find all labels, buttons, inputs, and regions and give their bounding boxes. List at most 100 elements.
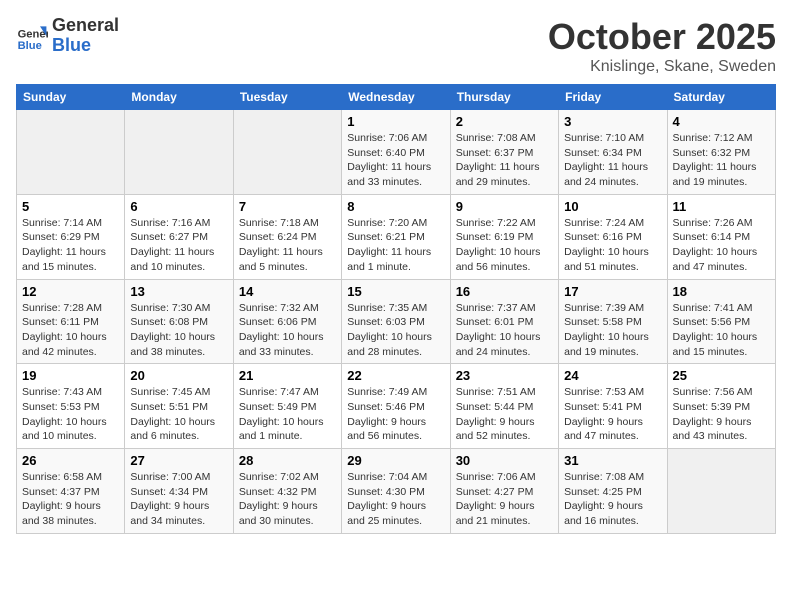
day-info: Sunrise: 7:47 AM Sunset: 5:49 PM Dayligh…	[239, 385, 336, 444]
calendar-cell: 5Sunrise: 7:14 AM Sunset: 6:29 PM Daylig…	[17, 194, 125, 279]
day-number: 9	[456, 199, 553, 214]
calendar-cell: 27 Sunrise: 7:00 AM Sunset: 4:34 PM Dayli…	[125, 449, 233, 534]
day-info: Sunrise: 7:02 AM Sunset: 4:32 PM Dayligh…	[239, 470, 336, 529]
logo-line2: Blue	[52, 36, 119, 56]
day-info: Sunrise: 7:49 AM Sunset: 5:46 PM Dayligh…	[347, 385, 444, 444]
weekday-header-saturday: Saturday	[667, 85, 775, 110]
calendar-cell: 23 Sunrise: 7:51 AM Sunset: 5:44 PM Dayli…	[450, 364, 558, 449]
day-info: Sunrise: 7:18 AM Sunset: 6:24 PM Dayligh…	[239, 216, 336, 275]
day-number: 27	[130, 453, 227, 468]
day-number: 21	[239, 368, 336, 383]
svg-text:Blue: Blue	[18, 40, 42, 52]
day-number: 13	[130, 284, 227, 299]
day-number: 29	[347, 453, 444, 468]
header: General Blue General Blue October 2025 K…	[16, 16, 776, 76]
day-number: 20	[130, 368, 227, 383]
day-info: Sunrise: 7:24 AM Sunset: 6:16 PM Dayligh…	[564, 216, 661, 275]
calendar-cell	[125, 110, 233, 195]
day-info: Sunrise: 6:58 AM Sunset: 4:37 PM Dayligh…	[22, 470, 119, 529]
day-number: 16	[456, 284, 553, 299]
location: Knislinge, Skane, Sweden	[548, 58, 776, 76]
calendar-cell	[667, 449, 775, 534]
calendar-cell: 12Sunrise: 7:28 AM Sunset: 6:11 PM Dayli…	[17, 279, 125, 364]
calendar-cell: 17 Sunrise: 7:39 AM Sunset: 5:58 PM Dayli…	[559, 279, 667, 364]
calendar-cell: 15 Sunrise: 7:35 AM Sunset: 6:03 PM Dayli…	[342, 279, 450, 364]
day-info: Sunrise: 7:12 AM Sunset: 6:32 PM Dayligh…	[673, 131, 770, 190]
day-number: 15	[347, 284, 444, 299]
calendar-week-3: 12Sunrise: 7:28 AM Sunset: 6:11 PM Dayli…	[17, 279, 776, 364]
day-info: Sunrise: 7:45 AM Sunset: 5:51 PM Dayligh…	[130, 385, 227, 444]
calendar-cell: 31 Sunrise: 7:08 AM Sunset: 4:25 PM Dayli…	[559, 449, 667, 534]
calendar-cell: 2 Sunrise: 7:08 AM Sunset: 6:37 PM Daylig…	[450, 110, 558, 195]
day-info: Sunrise: 7:08 AM Sunset: 4:25 PM Dayligh…	[564, 470, 661, 529]
day-info: Sunrise: 7:04 AM Sunset: 4:30 PM Dayligh…	[347, 470, 444, 529]
weekday-header-row: SundayMondayTuesdayWednesdayThursdayFrid…	[17, 85, 776, 110]
calendar-cell: 18 Sunrise: 7:41 AM Sunset: 5:56 PM Dayli…	[667, 279, 775, 364]
day-info: Sunrise: 7:43 AM Sunset: 5:53 PM Dayligh…	[22, 385, 119, 444]
day-number: 17	[564, 284, 661, 299]
day-number: 26	[22, 453, 119, 468]
day-info: Sunrise: 7:56 AM Sunset: 5:39 PM Dayligh…	[673, 385, 770, 444]
day-info: Sunrise: 7:37 AM Sunset: 6:01 PM Dayligh…	[456, 301, 553, 360]
calendar-cell	[17, 110, 125, 195]
day-info: Sunrise: 7:08 AM Sunset: 6:37 PM Dayligh…	[456, 131, 553, 190]
day-info: Sunrise: 7:10 AM Sunset: 6:34 PM Dayligh…	[564, 131, 661, 190]
day-info: Sunrise: 7:16 AM Sunset: 6:27 PM Dayligh…	[130, 216, 227, 275]
day-number: 18	[673, 284, 770, 299]
weekday-header-sunday: Sunday	[17, 85, 125, 110]
day-number: 1	[347, 114, 444, 129]
calendar-cell: 11 Sunrise: 7:26 AM Sunset: 6:14 PM Dayli…	[667, 194, 775, 279]
day-number: 30	[456, 453, 553, 468]
calendar-cell: 28 Sunrise: 7:02 AM Sunset: 4:32 PM Dayli…	[233, 449, 341, 534]
calendar-cell: 1Sunrise: 7:06 AM Sunset: 6:40 PM Daylig…	[342, 110, 450, 195]
day-info: Sunrise: 7:00 AM Sunset: 4:34 PM Dayligh…	[130, 470, 227, 529]
day-number: 2	[456, 114, 553, 129]
day-info: Sunrise: 7:41 AM Sunset: 5:56 PM Dayligh…	[673, 301, 770, 360]
day-number: 19	[22, 368, 119, 383]
calendar-cell: 29 Sunrise: 7:04 AM Sunset: 4:30 PM Dayli…	[342, 449, 450, 534]
day-number: 12	[22, 284, 119, 299]
day-info: Sunrise: 7:39 AM Sunset: 5:58 PM Dayligh…	[564, 301, 661, 360]
calendar-cell: 7Sunrise: 7:18 AM Sunset: 6:24 PM Daylig…	[233, 194, 341, 279]
weekday-header-monday: Monday	[125, 85, 233, 110]
weekday-header-thursday: Thursday	[450, 85, 558, 110]
calendar-week-2: 5Sunrise: 7:14 AM Sunset: 6:29 PM Daylig…	[17, 194, 776, 279]
calendar-table: SundayMondayTuesdayWednesdayThursdayFrid…	[16, 84, 776, 534]
logo: General Blue General Blue	[16, 16, 119, 56]
day-info: Sunrise: 7:26 AM Sunset: 6:14 PM Dayligh…	[673, 216, 770, 275]
day-number: 25	[673, 368, 770, 383]
calendar-cell: 26 Sunrise: 6:58 AM Sunset: 4:37 PM Dayli…	[17, 449, 125, 534]
title-area: October 2025 Knislinge, Skane, Sweden	[548, 16, 776, 76]
day-info: Sunrise: 7:51 AM Sunset: 5:44 PM Dayligh…	[456, 385, 553, 444]
calendar-cell: 6Sunrise: 7:16 AM Sunset: 6:27 PM Daylig…	[125, 194, 233, 279]
calendar-cell: 3 Sunrise: 7:10 AM Sunset: 6:34 PM Daylig…	[559, 110, 667, 195]
day-info: Sunrise: 7:14 AM Sunset: 6:29 PM Dayligh…	[22, 216, 119, 275]
day-info: Sunrise: 7:32 AM Sunset: 6:06 PM Dayligh…	[239, 301, 336, 360]
weekday-header-friday: Friday	[559, 85, 667, 110]
calendar-cell: 20 Sunrise: 7:45 AM Sunset: 5:51 PM Dayli…	[125, 364, 233, 449]
weekday-header-wednesday: Wednesday	[342, 85, 450, 110]
day-number: 31	[564, 453, 661, 468]
day-number: 28	[239, 453, 336, 468]
calendar-cell: 8Sunrise: 7:20 AM Sunset: 6:21 PM Daylig…	[342, 194, 450, 279]
calendar-cell	[233, 110, 341, 195]
day-info: Sunrise: 7:35 AM Sunset: 6:03 PM Dayligh…	[347, 301, 444, 360]
day-number: 11	[673, 199, 770, 214]
day-info: Sunrise: 7:22 AM Sunset: 6:19 PM Dayligh…	[456, 216, 553, 275]
calendar-cell: 9 Sunrise: 7:22 AM Sunset: 6:19 PM Daylig…	[450, 194, 558, 279]
logo-line1: General	[52, 16, 119, 36]
month-title: October 2025	[548, 16, 776, 58]
day-number: 3	[564, 114, 661, 129]
day-info: Sunrise: 7:06 AM Sunset: 4:27 PM Dayligh…	[456, 470, 553, 529]
day-number: 23	[456, 368, 553, 383]
day-info: Sunrise: 7:30 AM Sunset: 6:08 PM Dayligh…	[130, 301, 227, 360]
day-number: 24	[564, 368, 661, 383]
day-number: 10	[564, 199, 661, 214]
calendar-cell: 4Sunrise: 7:12 AM Sunset: 6:32 PM Daylig…	[667, 110, 775, 195]
calendar-cell: 10 Sunrise: 7:24 AM Sunset: 6:16 PM Dayli…	[559, 194, 667, 279]
calendar-week-4: 19 Sunrise: 7:43 AM Sunset: 5:53 PM Dayli…	[17, 364, 776, 449]
day-info: Sunrise: 7:20 AM Sunset: 6:21 PM Dayligh…	[347, 216, 444, 275]
calendar-cell: 14Sunrise: 7:32 AM Sunset: 6:06 PM Dayli…	[233, 279, 341, 364]
calendar-cell: 19 Sunrise: 7:43 AM Sunset: 5:53 PM Dayli…	[17, 364, 125, 449]
calendar-cell: 22Sunrise: 7:49 AM Sunset: 5:46 PM Dayli…	[342, 364, 450, 449]
